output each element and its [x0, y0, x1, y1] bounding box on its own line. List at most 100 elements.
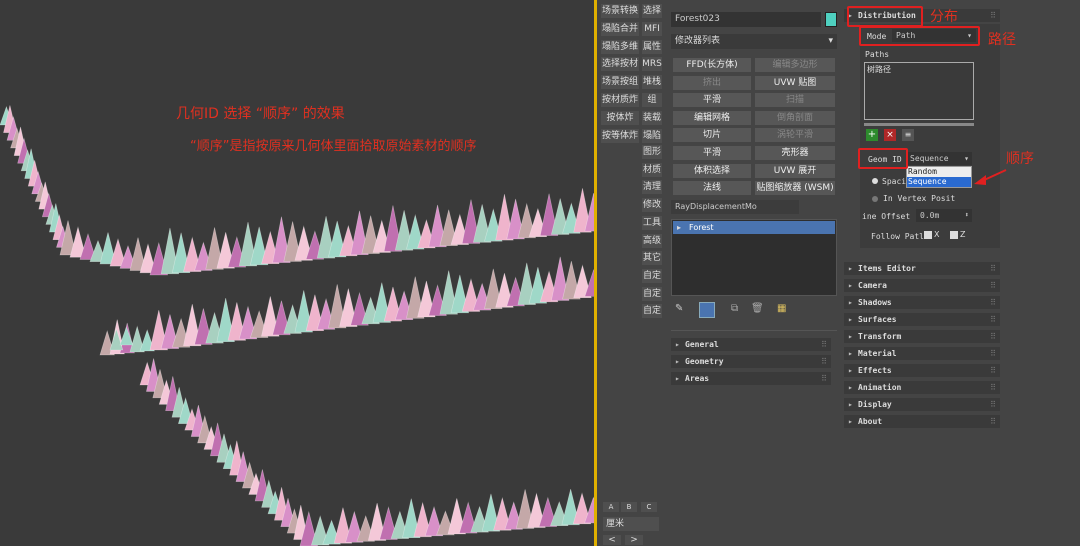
forest-path-scene — [0, 105, 596, 546]
rollout-general[interactable]: General⠿ — [671, 338, 831, 351]
modifier-stack[interactable]: ▸ Forest — [671, 219, 837, 296]
modifier-button[interactable]: 切片 — [673, 128, 751, 143]
left-button[interactable]: 组 — [642, 93, 662, 107]
modifier-button[interactable]: 编辑网格 — [673, 110, 751, 125]
left-button[interactable]: 装载 — [642, 110, 662, 125]
left-button[interactable]: 自定 — [642, 304, 662, 319]
left-button[interactable]: 自定 — [642, 268, 662, 283]
left-button[interactable]: 塌陷合并 — [601, 21, 639, 36]
red-arrow — [974, 169, 1007, 185]
modifier-button[interactable]: 编辑多边形 — [755, 58, 835, 72]
chevron-down-icon: ▾ — [828, 36, 833, 46]
rollout-material[interactable]: Material⠿ — [844, 347, 1000, 360]
make-unique-icon[interactable]: ⧉ — [731, 303, 738, 314]
show-end-result-icon[interactable] — [699, 302, 715, 318]
drag-handle-icon: ⠿ — [990, 400, 996, 409]
left-button[interactable]: 塌陷 — [642, 128, 662, 143]
modifier-button[interactable]: FFD(长方体) — [673, 58, 751, 72]
remove-path-icon[interactable]: × — [884, 129, 896, 141]
paths-list[interactable]: 树路径 — [864, 62, 974, 120]
spacing-radio[interactable] — [872, 178, 878, 184]
paths-scrollbar[interactable] — [864, 123, 974, 126]
rollout-about[interactable]: About⠿ — [844, 415, 1000, 428]
option-random[interactable]: Random — [907, 167, 971, 177]
modifier-button[interactable]: 壳形器 — [755, 146, 835, 160]
left-button[interactable]: 其它 — [642, 251, 662, 266]
left-button[interactable]: 选择按材 — [601, 57, 639, 72]
tree-instance — [119, 326, 134, 346]
left-button[interactable]: 材质 — [642, 162, 662, 177]
modifier-button[interactable]: 平滑 — [673, 146, 751, 160]
left-button[interactable]: 场景转换 — [601, 4, 639, 18]
modifier-button[interactable]: 平滑 — [673, 93, 751, 108]
unit-dropdown[interactable]: 厘米 — [603, 517, 659, 531]
rollout-shadows[interactable]: Shadows⠿ — [844, 296, 1000, 309]
ray-displacement-field[interactable]: RayDisplacementMo — [671, 200, 799, 214]
modifier-button[interactable]: UVW 展开 — [755, 163, 835, 178]
chevron-down-icon: ▾ — [964, 154, 969, 163]
left-button[interactable]: 堆栈 — [642, 75, 662, 90]
list-path-icon[interactable]: ≡ — [902, 129, 914, 141]
modifier-button[interactable]: 体积选择 — [673, 163, 751, 178]
stack-item-forest[interactable]: ▸ Forest — [673, 221, 835, 234]
follow-z-checkbox[interactable]: Z — [950, 230, 965, 239]
remove-modifier-icon[interactable]: 🗑 — [751, 303, 764, 314]
drag-handle-icon: ⠿ — [990, 366, 996, 375]
left-button[interactable]: 高级 — [642, 233, 662, 248]
left-button[interactable]: 按材质炸 — [601, 93, 639, 107]
option-sequence[interactable]: Sequence — [907, 177, 971, 187]
left-button[interactable]: 工具 — [642, 215, 662, 230]
modifier-list-dropdown[interactable]: 修改器列表 ▾ — [671, 34, 837, 49]
rollout-transform[interactable]: Transform⠿ — [844, 330, 1000, 343]
modifier-button[interactable]: 涡轮平滑 — [755, 128, 835, 143]
drag-handle-icon: ⠿ — [990, 298, 996, 307]
left-button[interactable]: MFI — [642, 21, 662, 36]
modifier-button[interactable]: 挤出 — [673, 75, 751, 90]
left-button[interactable]: MRS — [642, 57, 662, 72]
left-button[interactable]: 清理 — [642, 180, 662, 195]
configure-sets-icon[interactable]: ▦ — [777, 303, 786, 314]
unit-button[interactable]: A — [603, 502, 619, 512]
left-button[interactable]: 自定 — [642, 286, 662, 301]
modifier-button[interactable]: 贴图缩放器 (WSM) — [755, 181, 835, 196]
left-button[interactable]: 修改 — [642, 198, 662, 213]
rollout-animation[interactable]: Animation⠿ — [844, 381, 1000, 394]
rollout-surfaces[interactable]: Surfaces⠿ — [844, 313, 1000, 326]
rollout-items-editor[interactable]: Items Editor⠿ — [844, 262, 1000, 275]
paths-list-item[interactable]: 树路径 — [867, 64, 891, 75]
modifier-button[interactable]: 扫描 — [755, 93, 835, 108]
annotation-title: 几何ID 选择 “顺序” 的效果 — [176, 106, 345, 122]
rollout-effects[interactable]: Effects⠿ — [844, 364, 1000, 377]
object-color-swatch[interactable] — [825, 12, 837, 27]
offset-spinner[interactable]: 0.0m ⬍ — [916, 209, 972, 222]
paths-label: Paths — [865, 50, 890, 59]
left-button[interactable]: 塌陷多维 — [601, 39, 639, 54]
unit-button[interactable]: B — [621, 502, 637, 512]
prev-button[interactable]: < — [603, 535, 621, 545]
left-button[interactable]: 按体炸 — [601, 110, 639, 125]
left-button[interactable]: 选择 — [642, 4, 662, 18]
pin-stack-icon[interactable]: ✎ — [675, 303, 683, 314]
modifier-button[interactable]: 法线 — [673, 181, 751, 196]
modifier-button[interactable]: 倒角剖面 — [755, 110, 835, 125]
drag-handle-icon: ⠿ — [821, 373, 827, 383]
left-button[interactable]: 属性 — [642, 39, 662, 54]
unit-button[interactable]: C — [641, 502, 657, 512]
rollout-areas[interactable]: Areas⠿ — [671, 371, 831, 385]
left-button[interactable]: 场景按组 — [601, 75, 639, 90]
rollout-display[interactable]: Display⠿ — [844, 398, 1000, 411]
add-path-icon[interactable]: + — [866, 129, 878, 141]
left-button[interactable]: 图形 — [642, 145, 662, 159]
rollout-geometry[interactable]: Geometry⠿ — [671, 354, 831, 368]
vertex-radio[interactable] — [872, 196, 878, 202]
next-button[interactable]: > — [625, 535, 643, 545]
rollout-camera[interactable]: Camera⠿ — [844, 279, 1000, 292]
geom-id-dropdown[interactable]: Sequence ▾ — [906, 152, 972, 165]
follow-x-checkbox[interactable]: X — [924, 230, 939, 239]
annotation-shunxu: 顺序 — [1006, 151, 1034, 167]
viewport[interactable]: 几何ID 选择 “顺序” 的效果 “顺序”是指按原来几何体里面拾取原始素材的顺序 — [0, 0, 596, 546]
modifier-button[interactable]: UVW 贴图 — [755, 75, 835, 90]
object-name-field[interactable]: Forest023 — [671, 12, 821, 27]
left-button[interactable]: 按等体炸 — [601, 128, 639, 143]
expand-icon[interactable]: ▸ — [677, 221, 681, 234]
